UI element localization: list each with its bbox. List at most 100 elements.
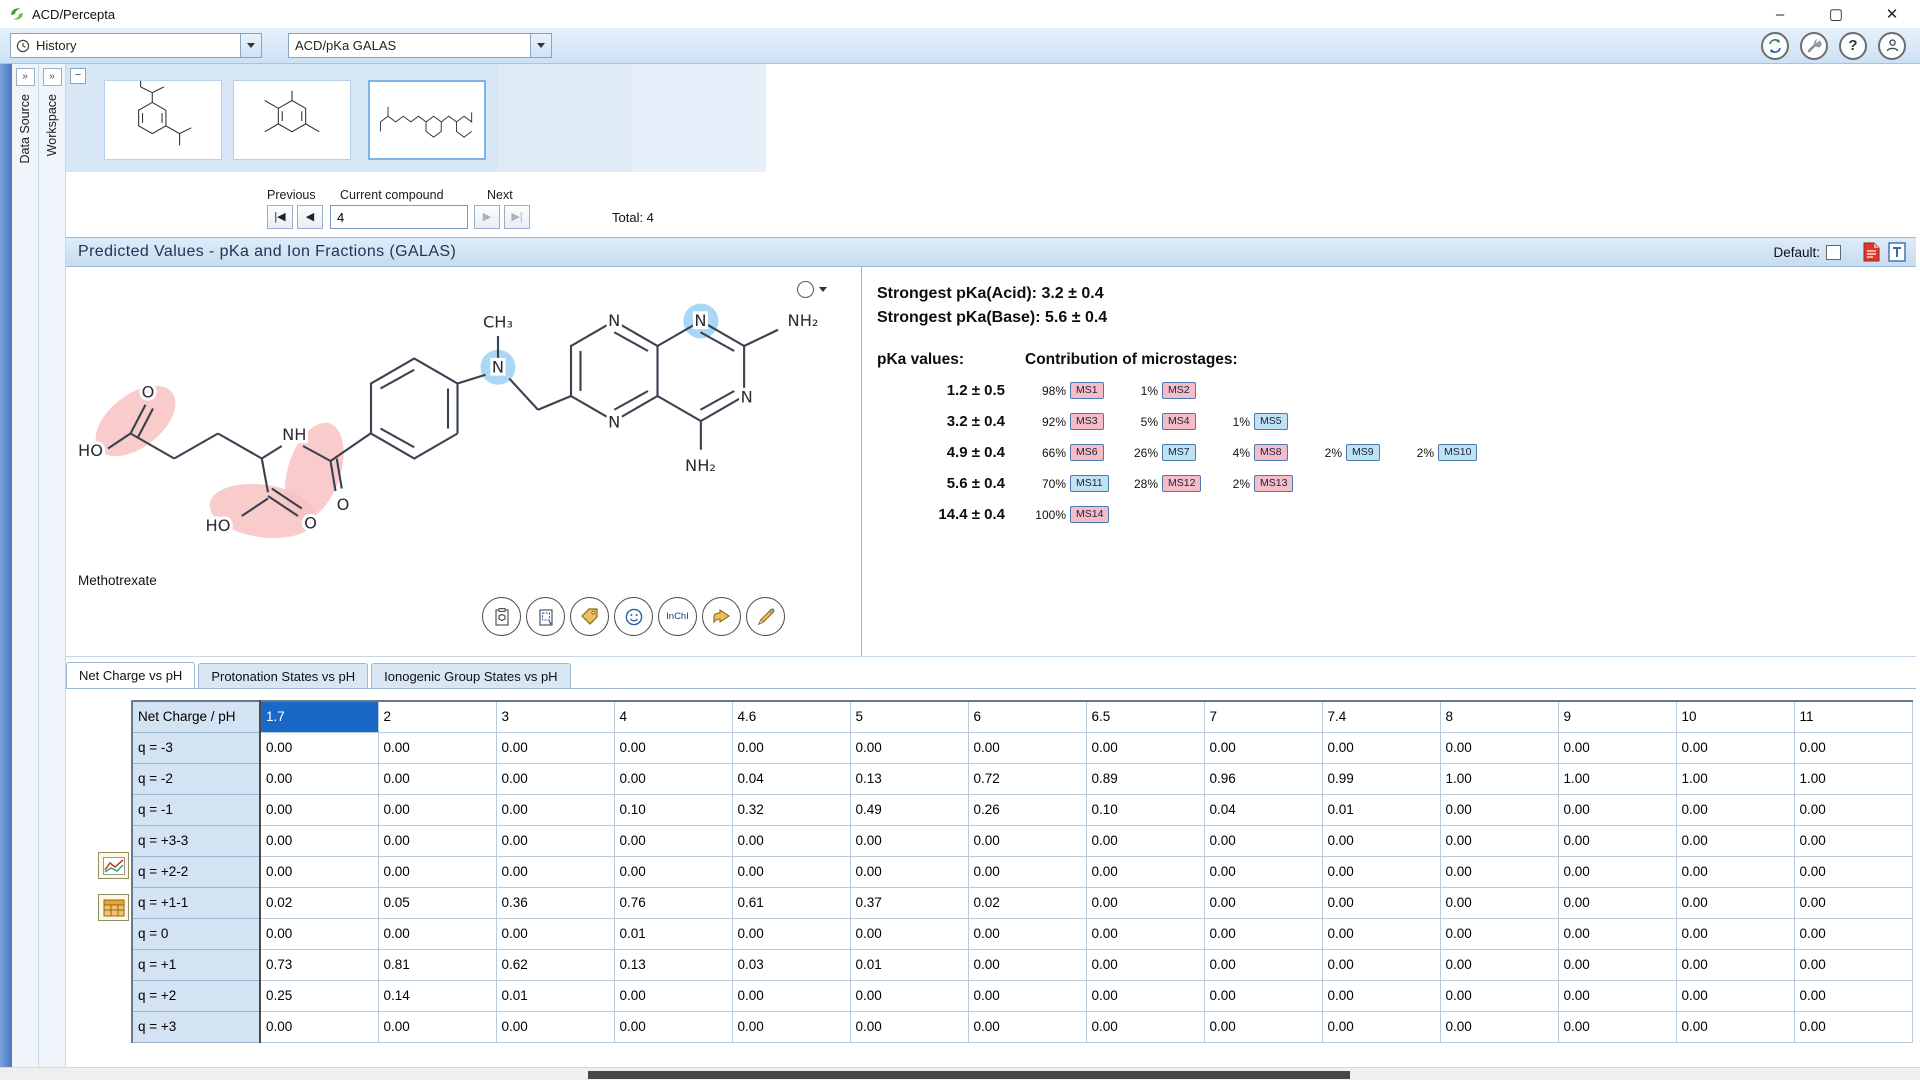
table-view-button[interactable] [98,894,129,921]
history-dropdown-arrow[interactable] [240,34,261,57]
fraction-cell[interactable]: 0.00 [732,732,850,763]
fraction-cell[interactable]: 0.89 [1086,763,1204,794]
fraction-cell[interactable]: 0.00 [1676,732,1794,763]
fraction-cell[interactable]: 0.14 [378,980,496,1011]
fraction-cell[interactable]: 0.00 [1676,794,1794,825]
fraction-cell[interactable]: 0.00 [968,949,1086,980]
ph-header-cell[interactable]: 7.4 [1322,701,1440,732]
sidebar-tab-data-source[interactable]: » Data Source [12,64,39,1080]
fraction-cell[interactable]: 0.13 [614,949,732,980]
first-compound-button[interactable]: |◀ [267,205,293,229]
help-icon[interactable]: ? [1839,32,1867,60]
fraction-cell[interactable]: 0.73 [260,949,378,980]
fraction-cell[interactable]: 0.62 [496,949,614,980]
fraction-cell[interactable]: 0.00 [1204,918,1322,949]
fraction-cell[interactable]: 0.00 [850,732,968,763]
fraction-cell[interactable]: 0.00 [968,732,1086,763]
fraction-cell[interactable]: 0.00 [1558,949,1676,980]
fraction-cell[interactable]: 0.00 [1086,825,1204,856]
fraction-cell[interactable]: 0.01 [614,918,732,949]
fraction-cell[interactable]: 0.00 [496,856,614,887]
fraction-cell[interactable]: 0.00 [614,825,732,856]
microstate-badge[interactable]: MS2 [1162,382,1196,399]
fraction-cell[interactable]: 0.81 [378,949,496,980]
fraction-cell[interactable]: 0.02 [968,887,1086,918]
fraction-cell[interactable]: 0.32 [732,794,850,825]
default-checkbox[interactable] [1826,245,1841,260]
fraction-cell[interactable]: 0.00 [850,918,968,949]
fraction-cell[interactable]: 0.00 [968,1011,1086,1042]
export-structure-button[interactable] [702,597,741,636]
fraction-cell[interactable]: 0.00 [1204,856,1322,887]
fraction-cell[interactable]: 0.00 [1794,918,1912,949]
minimize-button[interactable]: – [1752,0,1808,28]
ph-header-cell[interactable]: 1.7 [260,701,378,732]
compound-thumbnail-2[interactable] [233,80,351,160]
fraction-cell[interactable]: 0.00 [1086,918,1204,949]
fraction-cell[interactable]: 0.72 [968,763,1086,794]
microstate-badge[interactable]: MS3 [1070,413,1104,430]
fraction-cell[interactable]: 0.00 [1086,887,1204,918]
fraction-cell[interactable]: 0.03 [732,949,850,980]
fraction-cell[interactable]: 0.00 [1676,1011,1794,1042]
fraction-cell[interactable]: 0.26 [968,794,1086,825]
fraction-cell[interactable]: 0.00 [968,918,1086,949]
microstate-badge[interactable]: MS12 [1162,475,1201,492]
chart-view-button[interactable] [98,852,129,879]
fraction-cell[interactable]: 0.00 [1558,825,1676,856]
fraction-cell[interactable]: 0.00 [496,918,614,949]
ph-header-cell[interactable]: 4 [614,701,732,732]
fraction-cell[interactable]: 0.00 [260,856,378,887]
fraction-cell[interactable]: 0.00 [614,856,732,887]
fraction-cell[interactable]: 0.37 [850,887,968,918]
fraction-cell[interactable]: 0.00 [378,825,496,856]
fraction-cell[interactable]: 0.00 [1204,1011,1322,1042]
smiley-button[interactable] [614,597,653,636]
ph-header-cell[interactable]: 4.6 [732,701,850,732]
fraction-cell[interactable]: 0.76 [614,887,732,918]
fraction-cell[interactable]: 0.36 [496,887,614,918]
ph-header-cell[interactable]: 2 [378,701,496,732]
ph-header-cell[interactable]: 8 [1440,701,1558,732]
fraction-cell[interactable]: 1.00 [1440,763,1558,794]
fraction-cell[interactable]: 0.00 [1794,949,1912,980]
fraction-cell[interactable]: 0.00 [1322,825,1440,856]
fraction-cell[interactable]: 0.49 [850,794,968,825]
microstate-badge[interactable]: MS4 [1162,413,1196,430]
fraction-cell[interactable]: 0.00 [1086,980,1204,1011]
fraction-cell[interactable]: 0.00 [1204,980,1322,1011]
ph-header-cell[interactable]: 11 [1794,701,1912,732]
compound-thumbnail-1[interactable] [104,80,222,160]
fraction-cell[interactable]: 0.00 [1086,732,1204,763]
current-compound-input[interactable] [330,205,468,229]
fraction-cell[interactable]: 0.00 [614,732,732,763]
fraction-cell[interactable]: 0.00 [1322,856,1440,887]
user-info-icon[interactable] [1878,32,1906,60]
fraction-cell[interactable]: 0.00 [1794,980,1912,1011]
fraction-cell[interactable]: 1.00 [1676,763,1794,794]
edit-structure-button[interactable] [746,597,785,636]
fraction-cell[interactable]: 0.00 [1086,949,1204,980]
fraction-cell[interactable]: 0.99 [1322,763,1440,794]
fraction-cell[interactable]: 0.00 [1440,949,1558,980]
fraction-cell[interactable]: 0.00 [850,856,968,887]
fraction-cell[interactable]: 0.00 [1440,825,1558,856]
fraction-cell[interactable]: 0.00 [1558,887,1676,918]
ph-header-cell[interactable]: 6.5 [1086,701,1204,732]
microstate-badge[interactable]: MS9 [1346,444,1380,461]
ph-header-cell[interactable]: 10 [1676,701,1794,732]
fraction-cell[interactable]: 0.00 [260,763,378,794]
microstate-badge[interactable]: MS8 [1254,444,1288,461]
fraction-cell[interactable]: 0.00 [968,825,1086,856]
fraction-cell[interactable]: 0.00 [496,794,614,825]
fraction-cell[interactable]: 0.01 [850,949,968,980]
history-dropdown[interactable]: History [10,33,262,58]
fraction-cell[interactable]: 0.00 [378,763,496,794]
module-dropdown[interactable]: ACD/pKa GALAS [288,33,552,58]
compound-thumbnail-3-selected[interactable] [368,80,486,160]
copy-structure-button[interactable] [482,597,521,636]
fraction-cell[interactable]: 0.61 [732,887,850,918]
fraction-cell[interactable]: 0.00 [378,856,496,887]
close-button[interactable]: ✕ [1864,0,1920,28]
ph-header-cell[interactable]: 5 [850,701,968,732]
